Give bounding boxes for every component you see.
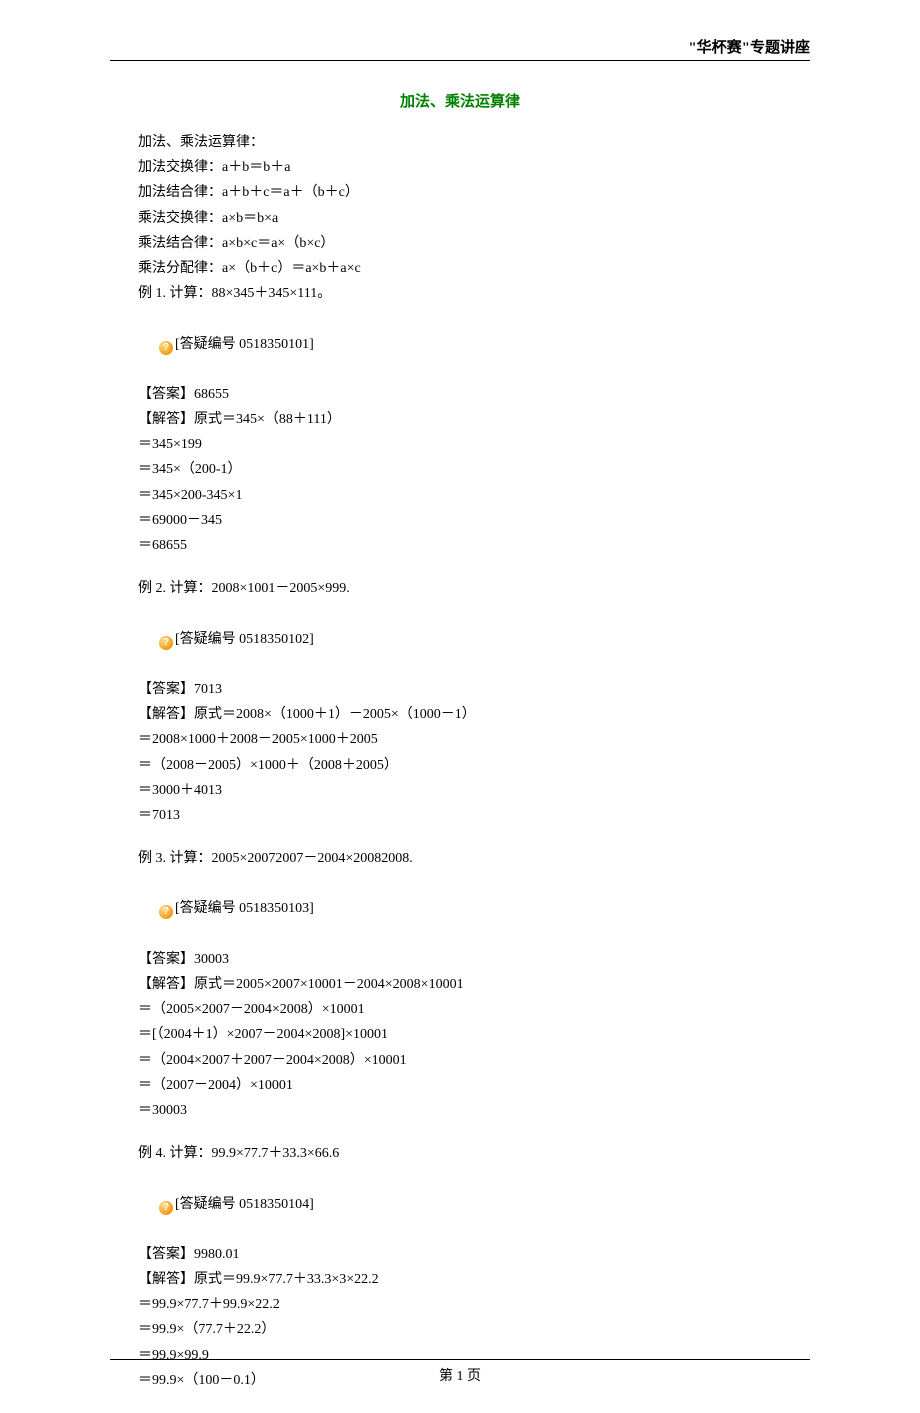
document-title: 加法、乘法运算律	[110, 89, 810, 116]
content-body: 加法、乘法运算律： 加法交换律：a＋b＝b＋a 加法结合律：a＋b＋c＝a＋（b…	[110, 130, 810, 1393]
solution-step: ＝345×200-345×1	[110, 483, 810, 508]
solution-step: ＝（2005×2007－2004×2008）×10001	[110, 997, 810, 1022]
solution-head: 【解答】原式＝99.9×77.7＋33.3×3×22.2	[110, 1267, 810, 1292]
solution-head: 【解答】原式＝345×（88＋111）	[110, 407, 810, 432]
law-line: 加法交换律：a＋b＝b＋a	[110, 155, 810, 180]
spacer	[110, 558, 810, 576]
question-mark-icon: ?	[159, 905, 173, 919]
example-prompt: 例 3. 计算：2005×20072007－2004×20082008.	[110, 846, 810, 871]
page-number: 第 1 页	[110, 1364, 810, 1389]
solution-step: ＝（2007－2004）×10001	[110, 1073, 810, 1098]
solution-step: ＝2008×1000＋2008－2005×1000＋2005	[110, 727, 810, 752]
solution-step: ＝69000－345	[110, 508, 810, 533]
solution-step: ＝30003	[110, 1098, 810, 1123]
law-line: 加法结合律：a＋b＋c＝a＋（b＋c）	[110, 180, 810, 205]
law-line: 乘法分配律：a×（b＋c）＝a×b＋a×c	[110, 256, 810, 281]
qa-id-line: ?[答疑编号 0518350101]	[110, 306, 810, 382]
spacer	[110, 1123, 810, 1141]
qa-id-text: [答疑编号 0518350102]	[175, 632, 314, 647]
intro-heading: 加法、乘法运算律：	[110, 130, 810, 155]
solution-step: ＝68655	[110, 533, 810, 558]
solution-step: ＝99.9×77.7＋99.9×22.2	[110, 1292, 810, 1317]
answer-line: 【答案】9980.01	[110, 1242, 810, 1267]
law-line: 乘法结合律：a×b×c＝a×（b×c）	[110, 231, 810, 256]
solution-step: ＝（2008－2005）×1000＋（2008＋2005）	[110, 753, 810, 778]
qa-id-line: ?[答疑编号 0518350104]	[110, 1166, 810, 1242]
qa-id-line: ?[答疑编号 0518350103]	[110, 871, 810, 947]
header-series-title: "华杯赛"专题讲座	[688, 35, 810, 62]
question-mark-icon: ?	[159, 636, 173, 650]
solution-step: ＝345×（200-1）	[110, 457, 810, 482]
solution-step: ＝[（2004＋1）×2007－2004×2008]×10001	[110, 1022, 810, 1047]
header-rule: "华杯赛"专题讲座	[110, 60, 810, 61]
solution-head: 【解答】原式＝2005×2007×10001－2004×2008×10001	[110, 972, 810, 997]
example-prompt: 例 4. 计算：99.9×77.7＋33.3×66.6	[110, 1141, 810, 1166]
spacer	[110, 828, 810, 846]
qa-id-text: [答疑编号 0518350103]	[175, 901, 314, 916]
solution-step: ＝345×199	[110, 432, 810, 457]
footer: 第 1 页	[110, 1359, 810, 1389]
page: "华杯赛"专题讲座 加法、乘法运算律 加法、乘法运算律： 加法交换律：a＋b＝b…	[0, 0, 920, 1413]
law-line: 乘法交换律：a×b＝b×a	[110, 206, 810, 231]
example-prompt: 例 2. 计算：2008×1001－2005×999.	[110, 576, 810, 601]
question-mark-icon: ?	[159, 341, 173, 355]
solution-step: ＝99.9×（77.7＋22.2）	[110, 1317, 810, 1342]
answer-line: 【答案】7013	[110, 677, 810, 702]
question-mark-icon: ?	[159, 1201, 173, 1215]
footer-rule	[110, 1359, 810, 1360]
solution-step: ＝3000＋4013	[110, 778, 810, 803]
qa-id-line: ?[答疑编号 0518350102]	[110, 601, 810, 677]
answer-line: 【答案】30003	[110, 947, 810, 972]
answer-line: 【答案】68655	[110, 382, 810, 407]
solution-step: ＝（2004×2007＋2007－2004×2008）×10001	[110, 1048, 810, 1073]
qa-id-text: [答疑编号 0518350101]	[175, 337, 314, 352]
qa-id-text: [答疑编号 0518350104]	[175, 1197, 314, 1212]
example-prompt: 例 1. 计算：88×345＋345×111。	[110, 281, 810, 306]
solution-head: 【解答】原式＝2008×（1000＋1）－2005×（1000－1）	[110, 702, 810, 727]
solution-step: ＝7013	[110, 803, 810, 828]
